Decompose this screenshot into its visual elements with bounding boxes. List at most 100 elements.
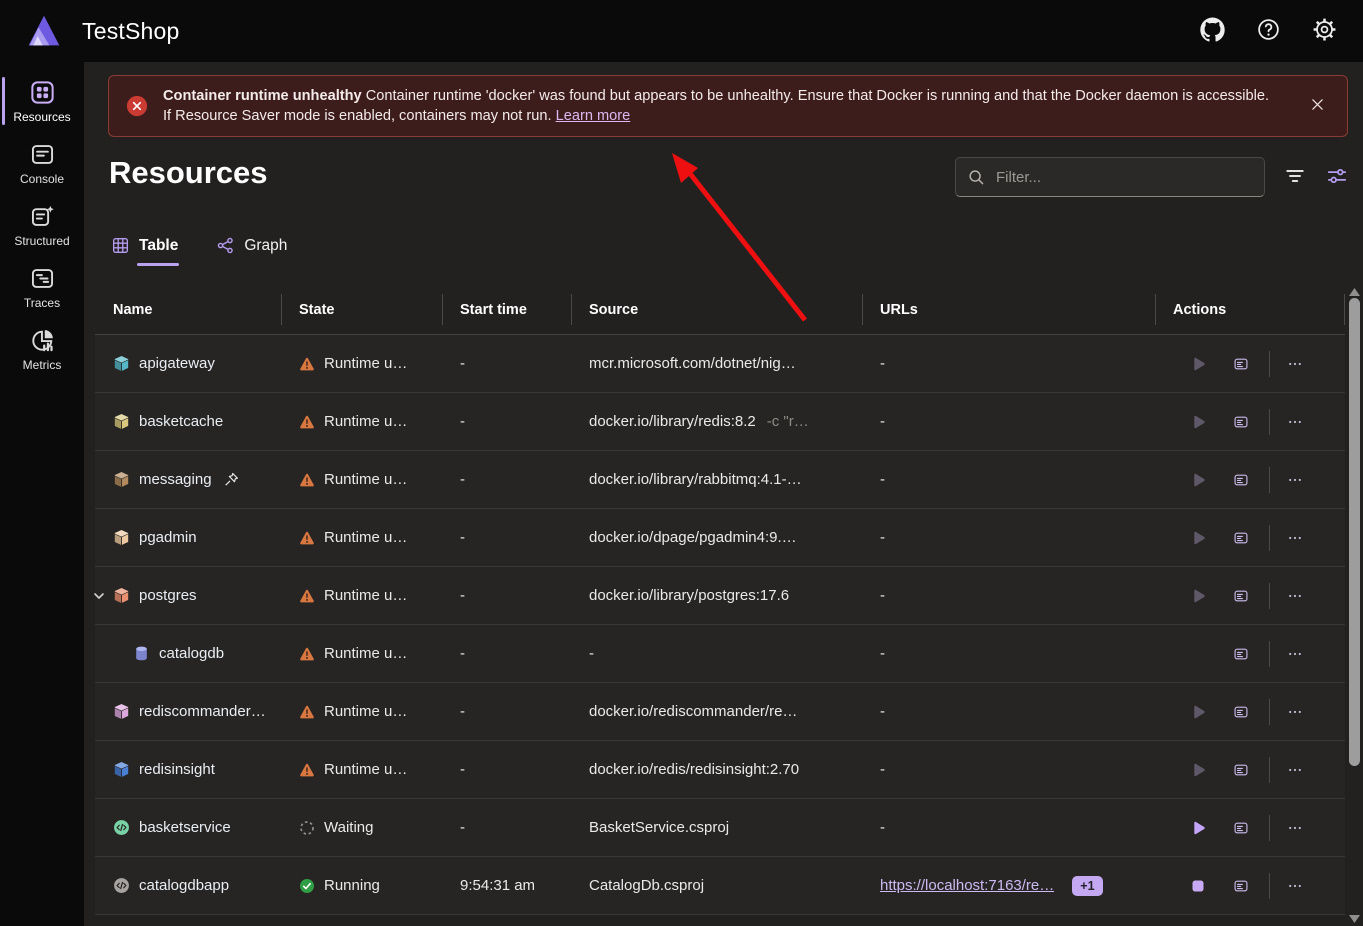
row-actions-menu-button[interactable] <box>1280 349 1310 379</box>
row-actions-menu-button[interactable] <box>1280 813 1310 843</box>
source-text: docker.io/rediscommander/re… <box>589 703 797 720</box>
resource-url-link[interactable]: https://localhost:7163/re… <box>880 877 1054 894</box>
console-logs-button[interactable] <box>1226 465 1256 495</box>
console-logs-button[interactable] <box>1226 639 1256 669</box>
console-logs-button[interactable] <box>1226 871 1256 901</box>
start-resource-button[interactable] <box>1183 349 1213 379</box>
scrollbar-up-arrow-icon[interactable] <box>1349 288 1360 296</box>
state-label: Running <box>324 877 380 894</box>
row-actions-menu-button[interactable] <box>1280 523 1310 553</box>
start-resource-button[interactable] <box>1183 523 1213 553</box>
filter-input[interactable] <box>994 168 1253 187</box>
start-resource-button[interactable] <box>1183 465 1213 495</box>
play-icon <box>1190 356 1206 372</box>
sidebar-item-structured[interactable]: Structured <box>0 194 84 256</box>
console-logs-button[interactable] <box>1226 813 1256 843</box>
start-resource-button[interactable] <box>1183 581 1213 611</box>
tab-graph[interactable]: Graph <box>215 227 288 268</box>
table-row[interactable]: rediscommander… Runtime u… - docker.io/r… <box>95 683 1345 741</box>
row-actions-menu-button[interactable] <box>1280 697 1310 727</box>
row-actions-menu-button[interactable] <box>1280 871 1310 901</box>
row-actions-menu-button[interactable] <box>1280 581 1310 611</box>
error-banner: Container runtime unhealthy Container ru… <box>108 75 1348 137</box>
console-logs-button[interactable] <box>1226 523 1256 553</box>
scrollbar-down-arrow-icon[interactable] <box>1349 915 1360 923</box>
vertical-scrollbar[interactable] <box>1348 285 1361 926</box>
table-row[interactable]: basketservice Waiting - BasketService.cs… <box>95 799 1345 857</box>
table-row[interactable]: postgres Runtime u… - docker.io/library/… <box>95 567 1345 625</box>
project-icon <box>113 819 130 836</box>
url-count-badge[interactable]: +1 <box>1072 876 1102 896</box>
state-label: Runtime u… <box>324 703 407 720</box>
play-icon <box>1190 704 1206 720</box>
urls-empty: - <box>880 471 885 488</box>
start-resource-button[interactable] <box>1183 407 1213 437</box>
console-logs-button[interactable] <box>1226 349 1256 379</box>
learn-more-link[interactable]: Learn more <box>556 108 631 124</box>
table-row[interactable]: catalogdbapp Running 9:54:31 am CatalogD… <box>95 857 1345 915</box>
console-logs-button[interactable] <box>1226 755 1256 785</box>
resource-name-cell: postgres <box>95 587 281 604</box>
actions-divider <box>1269 525 1270 551</box>
sidebar-item-label: Console <box>20 172 64 186</box>
sidebar-item-console[interactable]: Console <box>0 132 84 194</box>
resource-name-cell: apigateway <box>95 355 281 372</box>
state-label: Runtime u… <box>324 355 407 372</box>
github-button[interactable] <box>1199 18 1225 44</box>
sidebar-item-resources[interactable]: Resources <box>0 70 84 132</box>
table-row[interactable]: pgadmin Runtime u… - docker.io/dpage/pga… <box>95 509 1345 567</box>
source-cell: docker.io/dpage/pgadmin4:9.… <box>571 529 862 546</box>
row-actions-menu-button[interactable] <box>1280 465 1310 495</box>
source-text: docker.io/library/redis:8.2 <box>589 413 756 430</box>
table-row[interactable]: catalogdb Runtime u… - - - <box>95 625 1345 683</box>
start-resource-button[interactable] <box>1183 755 1213 785</box>
table-row[interactable]: basketcache Runtime u… - docker.io/libra… <box>95 393 1345 451</box>
scrollbar-thumb[interactable] <box>1349 298 1360 766</box>
source-cell: mcr.microsoft.com/dotnet/nig… <box>571 355 862 372</box>
row-actions-menu-button[interactable] <box>1280 639 1310 669</box>
table-row[interactable]: apigateway Runtime u… - mcr.microsoft.co… <box>95 335 1345 393</box>
banner-close-button[interactable] <box>1304 93 1330 119</box>
settings-button[interactable] <box>1311 18 1337 44</box>
table-row[interactable]: messaging Runtime u… - docker.io/library… <box>95 451 1345 509</box>
row-actions-menu-button[interactable] <box>1280 755 1310 785</box>
table-row[interactable]: redisinsight Runtime u… - docker.io/redi… <box>95 741 1345 799</box>
console-logs-icon <box>1233 820 1249 836</box>
resource-name: messaging <box>139 471 212 488</box>
pin-icon[interactable] <box>224 472 239 487</box>
start-resource-button[interactable] <box>1183 813 1213 843</box>
resource-name: basketservice <box>139 819 231 836</box>
expand-chevron-icon[interactable] <box>91 588 107 604</box>
ellipsis-icon <box>1287 530 1303 546</box>
console-logs-icon <box>1233 646 1249 662</box>
source-cell: docker.io/library/redis:8.2-c "r… <box>571 413 862 430</box>
play-icon <box>1190 414 1206 430</box>
tab-table[interactable]: Table <box>110 227 179 268</box>
row-actions-menu-button[interactable] <box>1280 407 1310 437</box>
start-time: - <box>460 587 465 604</box>
urls-cell: - <box>862 645 1155 662</box>
filter-button[interactable] <box>1281 163 1309 191</box>
start-resource-button[interactable] <box>1183 697 1213 727</box>
sidebar-item-traces[interactable]: Traces <box>0 256 84 318</box>
ellipsis-icon <box>1287 820 1303 836</box>
sidebar-nav: Resources Console Structured Traces Metr… <box>0 62 84 926</box>
console-logs-button[interactable] <box>1226 407 1256 437</box>
warning-icon <box>299 646 315 662</box>
help-button[interactable] <box>1255 18 1281 44</box>
state-cell: Runtime u… <box>281 471 442 488</box>
console-logs-button[interactable] <box>1226 581 1256 611</box>
actions-divider <box>1269 409 1270 435</box>
play-icon <box>1190 762 1206 778</box>
start-time-cell: - <box>442 413 571 430</box>
view-options-button[interactable] <box>1323 163 1351 191</box>
column-header-urls: URLs <box>862 285 1155 334</box>
console-logs-button[interactable] <box>1226 697 1256 727</box>
state-cell: Runtime u… <box>281 703 442 720</box>
sidebar-item-metrics[interactable]: Metrics <box>0 318 84 380</box>
resource-name-cell: rediscommander… <box>95 703 281 720</box>
stop-resource-button[interactable] <box>1183 871 1213 901</box>
actions-cell <box>1155 349 1345 379</box>
state-label: Runtime u… <box>324 761 407 778</box>
state-cell: Runtime u… <box>281 645 442 662</box>
